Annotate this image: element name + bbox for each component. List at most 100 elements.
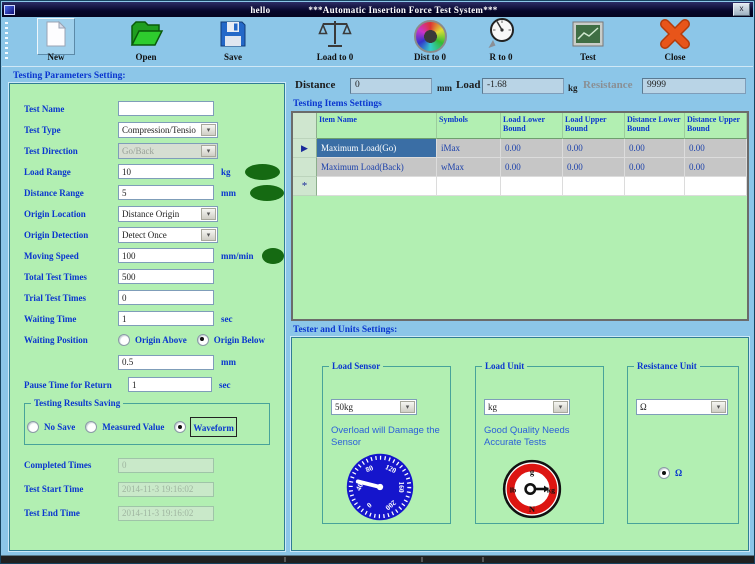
completed-times-label: Completed Times — [24, 460, 118, 470]
load-unit-value: kg — [488, 402, 497, 412]
app-window: hello***Automatic Insertion Force Test S… — [0, 0, 755, 564]
taskbar-strip — [1, 555, 754, 563]
toolbar-label-r-zero: R to 0 — [465, 52, 537, 62]
origin-detection-label: Origin Detection — [24, 230, 118, 240]
toolbar-button-new[interactable]: New — [20, 18, 92, 62]
grid-row-selector[interactable] — [293, 158, 317, 177]
units-panel-title: Tester and Units Settings: — [293, 325, 397, 335]
toolbar-button-save[interactable]: Save — [197, 18, 269, 62]
load-range-status-led — [245, 164, 280, 180]
test-end-time-row: Test End Time — [24, 501, 284, 525]
waiting-position-row: Waiting Position Origin Above Origin Bel… — [24, 329, 284, 350]
color-wheel-icon — [414, 20, 447, 53]
grid-cell-load-upper[interactable]: 0.00 — [563, 158, 625, 177]
toolbar-button-test[interactable]: Test — [552, 18, 624, 62]
grid-col-dist-lower: Distance Lower Bound — [625, 113, 685, 139]
waiting-offset-input[interactable] — [118, 355, 214, 370]
distance-range-input[interactable] — [118, 185, 214, 200]
resistance-readout-value: 9999 — [647, 80, 666, 90]
grid-new-cell[interactable] — [437, 177, 501, 196]
trial-test-times-input[interactable] — [118, 290, 214, 305]
grid-cell-load-lower[interactable]: 0.00 — [501, 139, 563, 158]
grid-row-selector-current[interactable]: ▶ — [293, 139, 317, 158]
toolbar-button-close[interactable]: Close — [639, 18, 711, 62]
trial-test-times-row: Trial Test Times — [24, 287, 284, 308]
window-title-main: ***Automatic Insertion Force Test System… — [308, 5, 497, 15]
dial-label: kg — [547, 485, 555, 494]
distance-readout-unit: mm — [437, 83, 452, 93]
chevron-down-icon: ▾ — [201, 208, 216, 220]
moving-speed-input[interactable] — [118, 248, 214, 263]
grid-cell-item-name[interactable]: Maximum Load(Go) — [317, 139, 437, 158]
origin-location-select[interactable]: Distance Origin ▾ — [118, 206, 218, 222]
trial-test-times-label: Trial Test Times — [24, 293, 118, 303]
grid-cell-dist-upper[interactable]: 0.00 — [685, 158, 747, 177]
test-name-input[interactable] — [118, 101, 214, 116]
ohm-radio-label: Ω — [675, 468, 682, 478]
no-save-radio[interactable] — [27, 421, 39, 433]
distance-readout-value: 0 — [355, 80, 360, 90]
results-saving-legend: Testing Results Saving — [31, 398, 123, 408]
pause-time-input[interactable] — [128, 377, 212, 392]
chevron-down-icon: ▾ — [711, 401, 726, 413]
ohm-radio[interactable] — [658, 467, 670, 479]
measured-value-radio[interactable] — [85, 421, 97, 433]
origin-below-radio[interactable] — [197, 334, 209, 346]
resistance-readout-box: 9999 — [642, 78, 746, 94]
total-test-times-input[interactable] — [118, 269, 214, 284]
grid-new-cell[interactable] — [685, 177, 747, 196]
save-floppy-icon — [219, 20, 247, 53]
resistance-unit-legend: Resistance Unit — [634, 361, 700, 371]
test-end-time-input — [118, 506, 214, 521]
open-folder-icon — [128, 19, 164, 54]
pause-time-unit: sec — [219, 380, 231, 390]
toolbar-button-load-zero[interactable]: Load to 0 — [299, 18, 371, 62]
grid-new-cell[interactable] — [625, 177, 685, 196]
window-close-button[interactable]: x — [733, 3, 750, 16]
load-sensor-select[interactable]: 50kg ▾ — [331, 399, 417, 415]
grid-cell-dist-lower[interactable]: 0.00 — [625, 158, 685, 177]
toolbar-button-r-zero[interactable]: R to 0 — [465, 18, 537, 62]
test-start-time-row: Test Start Time — [24, 477, 284, 501]
chart-picture-icon — [572, 21, 604, 52]
test-direction-select: Go/Back ▾ — [118, 143, 218, 159]
grid-new-cell[interactable] — [501, 177, 563, 196]
toolbar: New Open Save Load to 0 Dist to 0 — [2, 17, 753, 67]
testing-parameters-panel: Test Name Test Type Compression/Tensio ▾… — [9, 83, 285, 551]
grid-cell-load-upper[interactable]: 0.00 — [563, 139, 625, 158]
test-type-select[interactable]: Compression/Tensio ▾ — [118, 122, 218, 138]
load-unit-select[interactable]: kg ▾ — [484, 399, 570, 415]
origin-detection-select[interactable]: Detect Once ▾ — [118, 227, 218, 243]
grid-cell-dist-upper[interactable]: 0.00 — [685, 139, 747, 158]
load-range-input[interactable] — [118, 164, 214, 179]
waveform-focus-box: Waveform — [190, 417, 237, 437]
toolbar-button-dist-zero[interactable]: Dist to 0 — [394, 18, 466, 62]
pause-time-label: Pause Time for Return — [24, 380, 128, 390]
resistance-unit-option: Ω — [658, 467, 692, 479]
grid-new-cell[interactable] — [563, 177, 625, 196]
grid-cell-symbol[interactable]: iMax — [437, 139, 501, 158]
grid-cell-load-lower[interactable]: 0.00 — [501, 158, 563, 177]
grid-new-cell[interactable] — [317, 177, 437, 196]
new-document-icon — [37, 18, 75, 55]
load-readout-unit: kg — [568, 83, 578, 93]
load-unit-legend: Load Unit — [482, 361, 527, 371]
waveform-radio[interactable] — [174, 421, 186, 433]
distance-range-unit: mm — [221, 188, 236, 198]
load-range-unit: kg — [221, 167, 231, 177]
toolbar-grip[interactable] — [5, 22, 8, 61]
grid-new-row-selector[interactable]: * — [293, 177, 317, 196]
resistance-unit-select[interactable]: Ω ▾ — [636, 399, 728, 415]
waiting-time-input[interactable] — [118, 311, 214, 326]
grid-cell-item-name[interactable]: Maximum Load(Back) — [317, 158, 437, 177]
grid-col-item-name: Item Name — [317, 113, 437, 139]
waiting-time-label: Waiting Time — [24, 314, 118, 324]
toolbar-button-open[interactable]: Open — [110, 18, 182, 62]
grid-cell-symbol[interactable]: wMax — [437, 158, 501, 177]
app-icon — [4, 5, 15, 15]
origin-above-radio[interactable] — [118, 334, 130, 346]
measured-value-label: Measured Value — [102, 422, 164, 432]
grid-cell-dist-lower[interactable]: 0.00 — [625, 139, 685, 158]
distance-range-status-led — [250, 185, 284, 201]
test-start-time-label: Test Start Time — [24, 484, 118, 494]
